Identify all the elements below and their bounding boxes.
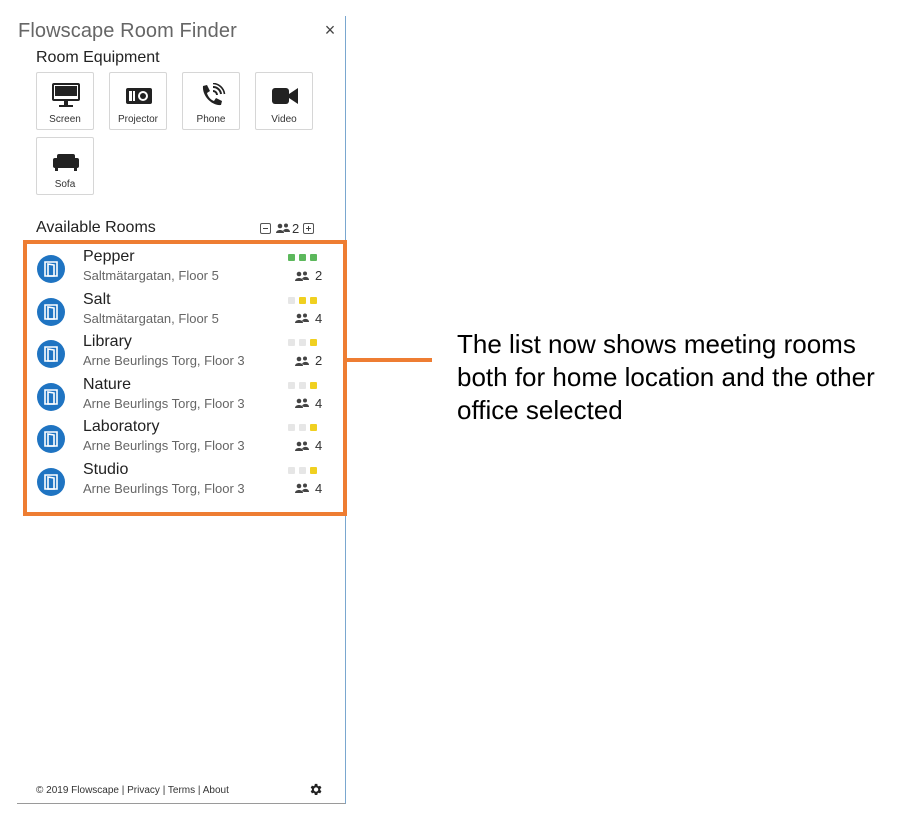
gear-icon[interactable]: [308, 782, 323, 797]
capacity-filter: 2: [260, 220, 315, 236]
app-title: Flowscape Room Finder: [18, 20, 237, 42]
callout-line: [347, 358, 432, 362]
footer-separator: |: [195, 785, 203, 796]
equipment-section-title: Room Equipment: [36, 49, 160, 66]
equipment-projector-button[interactable]: Projector: [109, 72, 167, 130]
about-link[interactable]: About: [203, 785, 229, 796]
equipment-label: Video: [271, 114, 297, 125]
footer-separator: |: [118, 785, 128, 796]
close-button[interactable]: ×: [322, 21, 338, 39]
equipment-label: Phone: [196, 114, 226, 125]
capacity-decrease-button[interactable]: [260, 222, 271, 234]
privacy-link[interactable]: Privacy: [127, 785, 160, 796]
footer: © 2019 Flowscape | Privacy | Terms | Abo…: [36, 785, 229, 796]
annotation-text: The list now shows meeting rooms both fo…: [457, 329, 875, 425]
equipment-phone-button[interactable]: Phone: [182, 72, 240, 130]
equipment-sofa-button[interactable]: Sofa: [36, 137, 94, 195]
terms-link[interactable]: Terms: [168, 785, 195, 796]
equipment-label: Projector: [117, 114, 158, 125]
phone-icon: [202, 83, 226, 106]
footer-separator: |: [159, 785, 168, 796]
equipment-video-button[interactable]: Video: [255, 72, 313, 130]
people-icon: [276, 223, 290, 233]
highlight-box: [23, 240, 347, 516]
projector-icon: [126, 88, 152, 104]
copyright: © 2019 Flowscape: [36, 785, 119, 796]
video-camera-icon: [272, 88, 298, 104]
available-rooms-title: Available Rooms: [36, 219, 156, 236]
monitor-icon: [52, 83, 80, 107]
sofa-icon: [53, 154, 79, 171]
capacity-increase-button[interactable]: [303, 222, 315, 234]
equipment-label: Sofa: [54, 179, 76, 190]
capacity-count: 2: [292, 220, 300, 236]
equipment-screen-button[interactable]: Screen: [36, 72, 94, 130]
equipment-label: Screen: [49, 114, 81, 125]
